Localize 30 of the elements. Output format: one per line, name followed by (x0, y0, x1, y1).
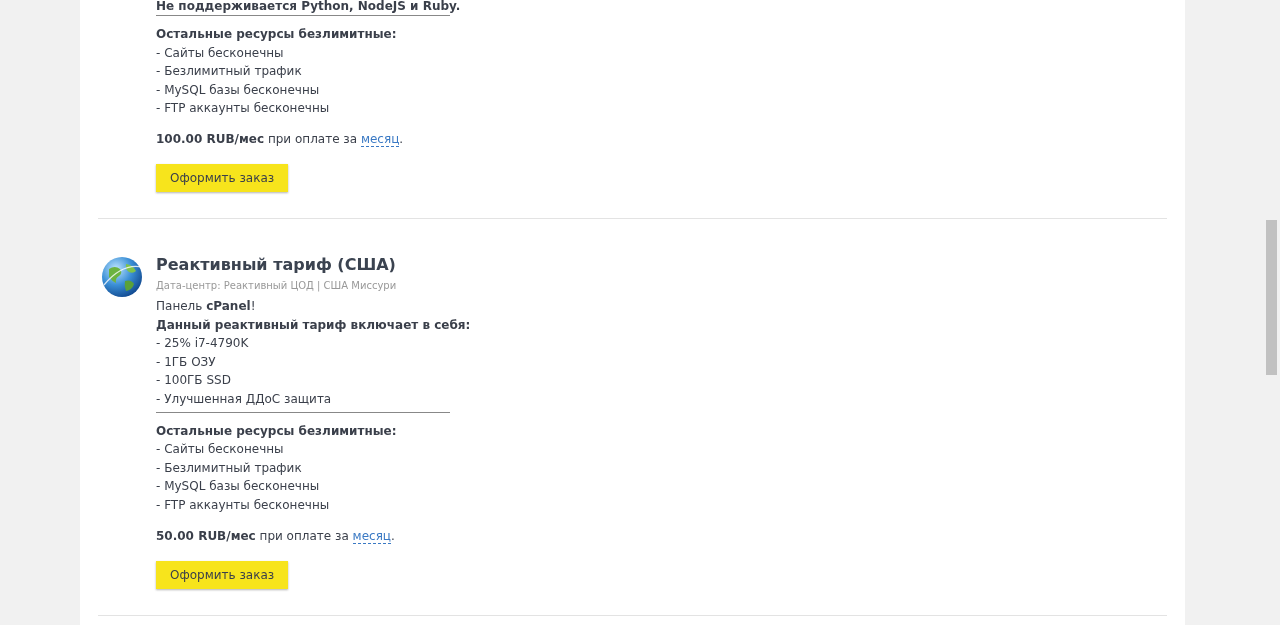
payment-text: при оплате за (259, 528, 349, 543)
plan-title: Реактивный тариф (США) (156, 254, 396, 274)
resource-item: - Сайты бесконечны (156, 441, 284, 459)
scrollbar-thumb[interactable] (1266, 220, 1277, 375)
globe-icon (100, 254, 144, 299)
period-end: . (399, 131, 404, 146)
resource-item: - FTP аккаунты бесконечны (156, 496, 330, 514)
resources-heading: Остальные ресурсы безлимитные: (156, 26, 397, 43)
payment-text: при оплате за (267, 131, 358, 146)
resource-item: - FTP аккаунты бесконечны (156, 100, 330, 118)
spec-item: - 1ГБ ОЗУ (156, 353, 216, 371)
includes-heading: Данный реактивный тариф включает в себя: (156, 316, 471, 334)
resources-heading: Остальные ресурсы безлимитные: (156, 422, 397, 440)
order-button[interactable]: Оформить заказ (156, 163, 289, 192)
spec-item: - 100ГБ SSD (156, 372, 231, 390)
order-button[interactable]: Оформить заказ (156, 560, 289, 589)
resource-item: - Безлимитный трафик (156, 459, 302, 477)
resource-item: - MySQL базы бесконечны (156, 478, 320, 496)
spec-item: - Улучшенная ДДоС защита (156, 390, 332, 408)
note-text: Не поддерживается Python, NodeJS и Ruby. (156, 0, 461, 12)
spec-item: - 25% i7-4790K (156, 335, 249, 353)
panel-text: Панель cPanel! (156, 297, 256, 315)
resource-item: - Безлимитный трафик (156, 63, 302, 81)
price-text: 100.00 RUB/мес (156, 131, 265, 146)
datacenter-text: Дата-центр: Реактивный ЦОД | США Миссури (156, 279, 397, 291)
price-text: 50.00 RUB/мес (156, 528, 256, 543)
period-link[interactable]: месяц (352, 528, 391, 544)
resource-item: - MySQL базы бесконечны (156, 81, 320, 99)
period-end: . (391, 528, 395, 543)
resource-item: - Сайты бесконечны (156, 44, 284, 62)
